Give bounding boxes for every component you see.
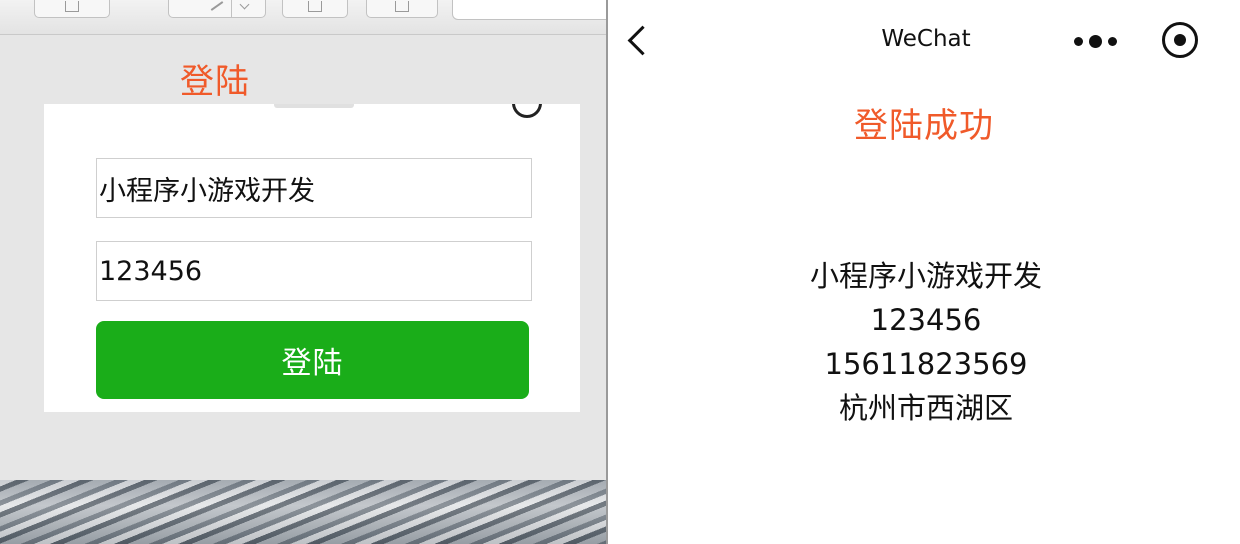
info-phone: 15611823569	[824, 347, 1028, 381]
target-core	[1174, 34, 1186, 46]
search-field[interactable]	[452, 0, 608, 20]
info-address: 杭州市西湖区	[838, 391, 1013, 425]
screen: 登陆 登陆 WeChat 登陆成功 小程序小游戏开发	[0, 0, 1240, 544]
login-button[interactable]: 登陆	[96, 321, 529, 399]
share-icon	[65, 1, 79, 12]
editor-heading: 登陆	[180, 62, 250, 102]
chevron-down-icon[interactable]	[239, 0, 250, 10]
info-password: 123456	[870, 303, 982, 337]
rotate-button[interactable]	[282, 0, 348, 18]
annotate-button[interactable]	[168, 0, 266, 18]
user-info: 小程序小游戏开发 123456 15611823569 杭州市西湖区	[608, 254, 1240, 430]
dot	[1108, 37, 1117, 46]
desktop-wallpaper	[0, 480, 608, 544]
chevron-left-icon[interactable]	[627, 25, 658, 56]
info-username: 小程序小游戏开发	[809, 259, 1042, 293]
password-input[interactable]	[96, 241, 532, 301]
pen-icon	[210, 1, 224, 11]
dot	[1074, 37, 1083, 46]
cropped-target-icon	[512, 104, 542, 118]
username-input[interactable]	[96, 158, 532, 218]
more-dots-icon[interactable]	[1074, 34, 1120, 48]
wechat-page: WeChat 登陆成功 小程序小游戏开发 123456 15611823569 …	[608, 0, 1240, 544]
nav-title: WeChat	[881, 26, 971, 52]
rotate-icon	[308, 1, 322, 12]
login-card: 登陆	[44, 104, 580, 412]
button-divider	[231, 0, 232, 17]
share-button[interactable]	[34, 0, 110, 18]
target-circle-icon[interactable]	[1162, 22, 1198, 58]
success-heading: 登陆成功	[854, 106, 994, 146]
editor-pane: 登陆 登陆	[0, 0, 608, 544]
nav-bar: WeChat	[608, 0, 1240, 80]
editor-toolbar	[0, 0, 608, 35]
toolbox-icon	[395, 1, 409, 12]
markup-button[interactable]	[366, 0, 438, 18]
cropped-nav-title	[274, 104, 354, 108]
dot	[1089, 35, 1102, 48]
